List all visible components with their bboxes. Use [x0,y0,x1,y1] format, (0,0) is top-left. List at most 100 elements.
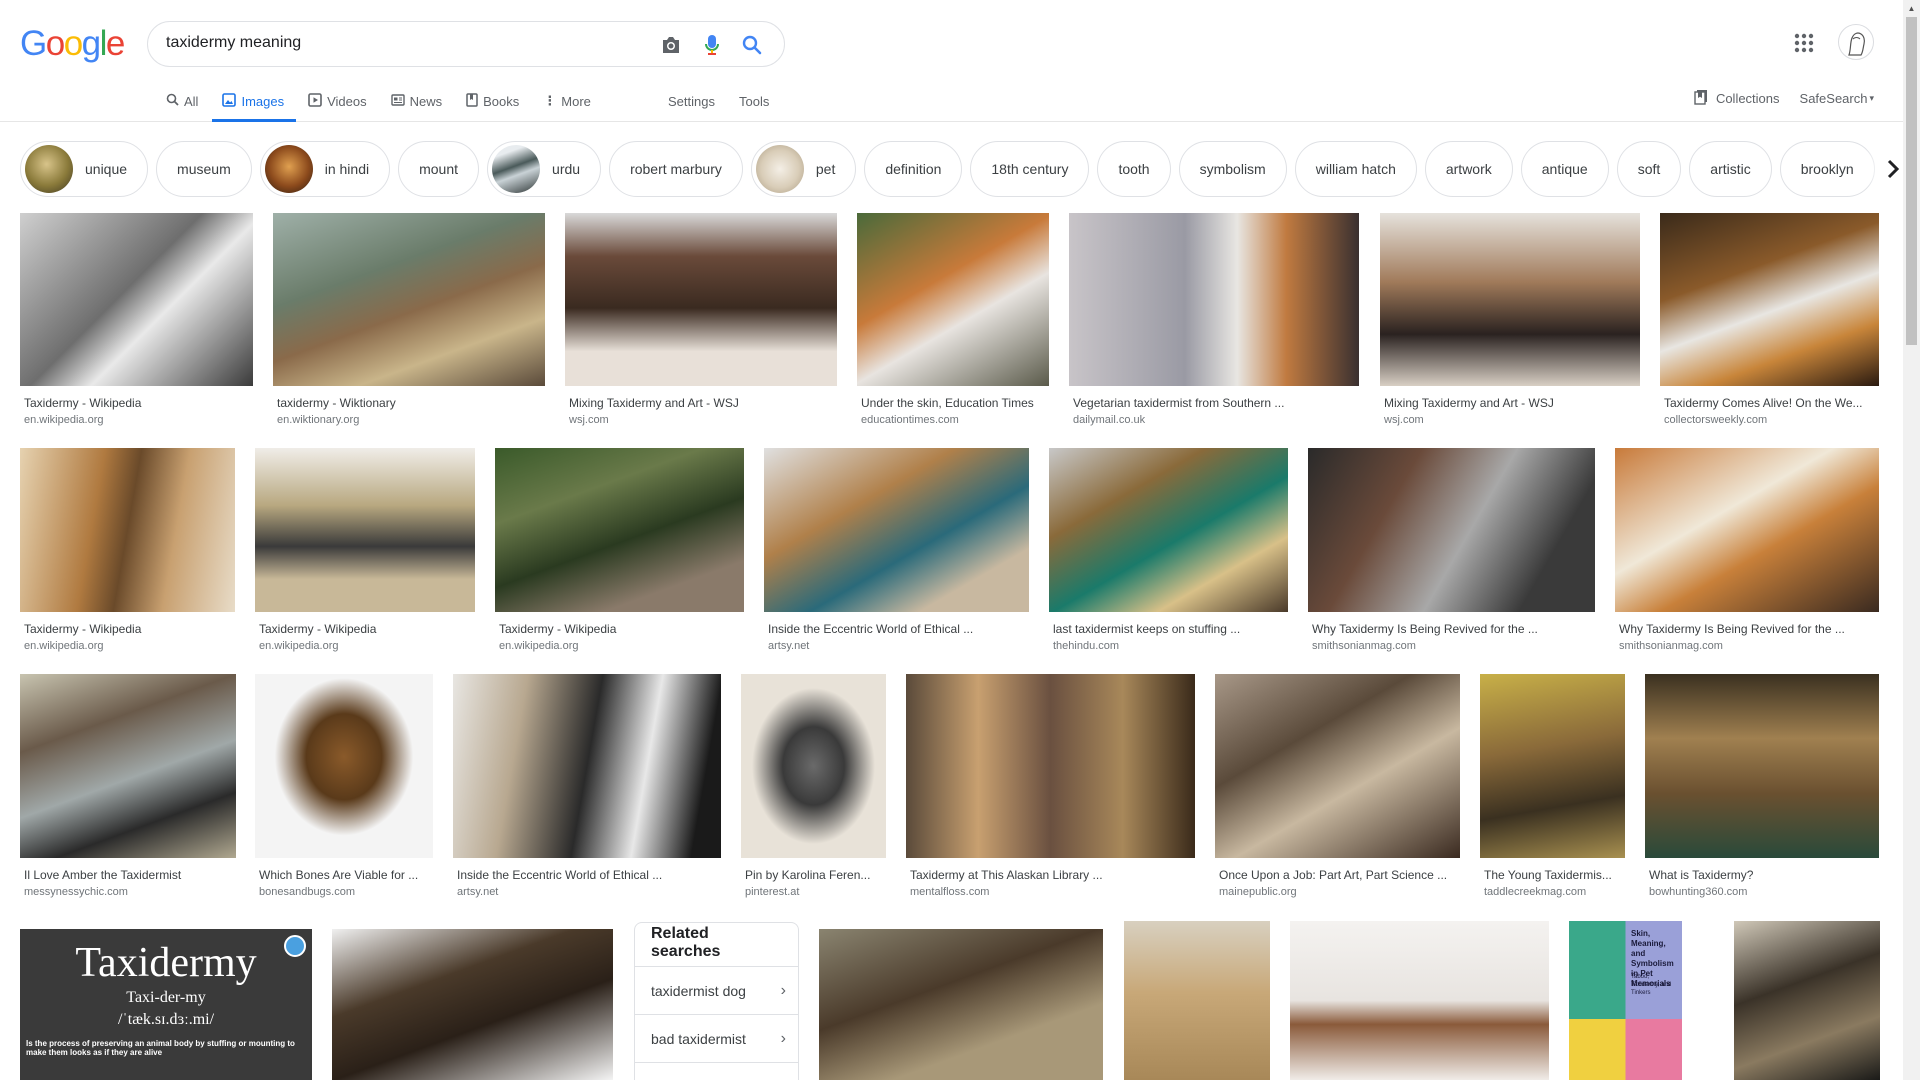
result-thumbnail[interactable] [332,929,613,1080]
result-title[interactable]: Taxidermy Comes Alive! On the We... [1664,396,1877,410]
related-search-label: taxidermist dog [651,982,746,999]
result-title[interactable]: taxidermy - Wiktionary [277,396,543,410]
result-thumbnail[interactable] [565,213,837,386]
image-result-card[interactable]: Taxidermy at This Alaskan Library ... men… [906,674,1195,902]
result-thumbnail[interactable]: Taxidermy Taxi-der-my/ˈtæk.sɪ.dɜː.mi/Is t… [20,929,312,1080]
result-thumbnail[interactable] [1290,921,1549,1080]
result-thumbnail[interactable] [741,674,886,858]
image-result-card[interactable] [1734,921,1880,1080]
image-result-card[interactable]: Under the skin, Education Times education… [857,213,1049,430]
result-title[interactable]: Taxidermy - Wikipedia [24,396,251,410]
result-site: en.wikipedia.org [499,640,579,652]
image-result-card[interactable]: Mixing Taxidermy and Art - WSJ wsj.com [565,213,837,430]
result-thumbnail[interactable] [20,448,235,612]
result-title[interactable]: Taxidermy - Wikipedia [24,622,233,636]
result-thumbnail[interactable] [1660,213,1879,386]
tax-card-definition: Is the process of preserving an animal b… [26,1039,295,1057]
image-result-card[interactable]: Taxidermy - Wikipedia en.wikipedia.org [20,448,235,656]
image-result-card[interactable]: Inside the Eccentric World of Ethical ..… [764,448,1029,656]
image-result-card[interactable]: Taxidermy Comes Alive! On the We... colle… [1660,213,1879,430]
image-result-card[interactable]: Which Bones Are Viable for ... bonesandbu… [255,674,433,902]
scrollbar-thumb[interactable] [1906,17,1917,345]
result-title[interactable]: The Young Taxidermis... [1484,868,1623,882]
result-thumbnail[interactable] [495,448,744,612]
result-title[interactable]: Why Taxidermy Is Being Revived for the .… [1619,622,1877,636]
image-result-card[interactable]: Taxidermy Taxi-der-my/ˈtæk.sɪ.dɜː.mi/Is t… [20,929,312,1080]
result-title[interactable]: Taxidermy at This Alaskan Library ... [910,868,1193,882]
result-thumbnail[interactable] [1480,674,1625,858]
image-result-card[interactable]: Mixing Taxidermy and Art - WSJ wsj.com [1380,213,1640,430]
image-result-card[interactable]: last taxidermist keeps on stuffing ... th… [1049,448,1288,656]
result-thumbnail[interactable] [1215,674,1460,858]
result-title[interactable]: Under the skin, Education Times [861,396,1047,410]
book-cover-subtitle: Taboo, Taxidermy, and Tinkers [1631,974,1672,996]
book-cover-band [1569,1019,1682,1080]
related-search-item[interactable]: taxidermist dog › [635,967,798,1015]
result-title[interactable]: Mixing Taxidermy and Art - WSJ [1384,396,1638,410]
result-title[interactable]: What is Taxidermy? [1649,868,1877,882]
result-thumbnail[interactable] [1124,921,1270,1080]
image-result-card[interactable]: taxidermy - Wiktionary en.wiktionary.org [273,213,545,430]
result-title[interactable]: Il Love Amber the Taxidermist [24,868,234,882]
image-result-card[interactable] [1290,921,1549,1080]
image-result-card[interactable]: Why Taxidermy Is Being Revived for the .… [1308,448,1595,656]
image-result-card[interactable]: The Young Taxidermis... taddlecreekmag.co… [1480,674,1625,902]
result-thumbnail[interactable] [857,213,1049,386]
result-thumbnail[interactable] [20,213,253,386]
result-site: smithsonianmag.com [1312,640,1416,652]
result-thumbnail[interactable] [1308,448,1595,612]
image-result-card[interactable]: Taxidermy - Wikipedia en.wikipedia.org [20,213,253,430]
result-title[interactable]: Pin by Karolina Feren... [745,868,884,882]
result-thumbnail[interactable] [1049,448,1288,612]
result-site: en.wikipedia.org [24,640,104,652]
image-result-card[interactable]: Inside the Eccentric World of Ethical ..… [453,674,721,902]
vertical-scrollbar[interactable]: ▲ [1903,0,1920,1080]
result-thumbnail[interactable]: Skin, Meaning, and Symbolism in Pet Memo… [1569,921,1682,1080]
result-thumbnail[interactable] [1069,213,1359,386]
scroll-up-arrow-icon[interactable]: ▲ [1903,0,1920,17]
result-site: bonesandbugs.com [259,886,356,898]
result-title[interactable]: Inside the Eccentric World of Ethical ..… [768,622,1027,636]
image-result-card[interactable]: Skin, Meaning, and Symbolism in Pet Memo… [1569,921,1682,1080]
result-title[interactable]: Inside the Eccentric World of Ethical ..… [457,868,719,882]
image-result-card[interactable]: Il Love Amber the Taxidermist messynessyc… [20,674,236,902]
image-result-card[interactable] [819,929,1103,1080]
result-thumbnail[interactable] [1380,213,1640,386]
image-result-card[interactable]: Once Upon a Job: Part Art, Part Science … [1215,674,1460,902]
result-title[interactable]: Why Taxidermy Is Being Revived for the .… [1312,622,1593,636]
result-thumbnail[interactable] [906,674,1195,858]
related-search-item[interactable]: bad taxidermist › [635,1015,798,1063]
image-result-card[interactable]: Taxidermy - Wikipedia en.wikipedia.org [495,448,744,656]
result-thumbnail[interactable] [20,674,236,858]
result-title[interactable]: Once Upon a Job: Part Art, Part Science … [1219,868,1458,882]
image-results-grid: Taxidermy - Wikipedia en.wikipedia.org tax… [0,0,1920,1080]
image-result-card[interactable]: Pin by Karolina Feren... pinterest.at [741,674,886,902]
result-site: taddlecreekmag.com [1484,886,1587,898]
image-result-card[interactable]: What is Taxidermy? bowhunting360.com [1645,674,1879,902]
result-thumbnail[interactable] [453,674,721,858]
result-thumbnail[interactable] [1615,448,1879,612]
result-thumbnail[interactable] [819,929,1103,1080]
result-title[interactable]: last taxidermist keeps on stuffing ... [1053,622,1286,636]
result-thumbnail[interactable] [255,674,433,858]
result-site: en.wikipedia.org [259,640,339,652]
result-site: collectorsweekly.com [1664,414,1768,426]
image-result-card[interactable]: Why Taxidermy Is Being Revived for the .… [1615,448,1879,656]
result-thumbnail[interactable] [255,448,475,612]
image-result-card[interactable] [332,929,613,1080]
image-result-card[interactable] [1124,921,1270,1080]
site-badge-icon [284,935,306,957]
image-result-card[interactable]: Taxidermy - Wikipedia en.wikipedia.org [255,448,475,656]
result-thumbnail[interactable] [764,448,1029,612]
image-result-card[interactable]: Vegetarian taxidermist from Southern ...… [1069,213,1359,430]
related-search-item[interactable] [635,1063,798,1080]
result-thumbnail[interactable] [1645,674,1879,858]
result-title[interactable]: Taxidermy - Wikipedia [259,622,473,636]
result-thumbnail[interactable] [1734,921,1880,1080]
result-site: thehindu.com [1053,640,1120,652]
result-title[interactable]: Mixing Taxidermy and Art - WSJ [569,396,835,410]
result-title[interactable]: Vegetarian taxidermist from Southern ... [1073,396,1357,410]
result-title[interactable]: Taxidermy - Wikipedia [499,622,742,636]
result-title[interactable]: Which Bones Are Viable for ... [259,868,431,882]
result-thumbnail[interactable] [273,213,545,386]
